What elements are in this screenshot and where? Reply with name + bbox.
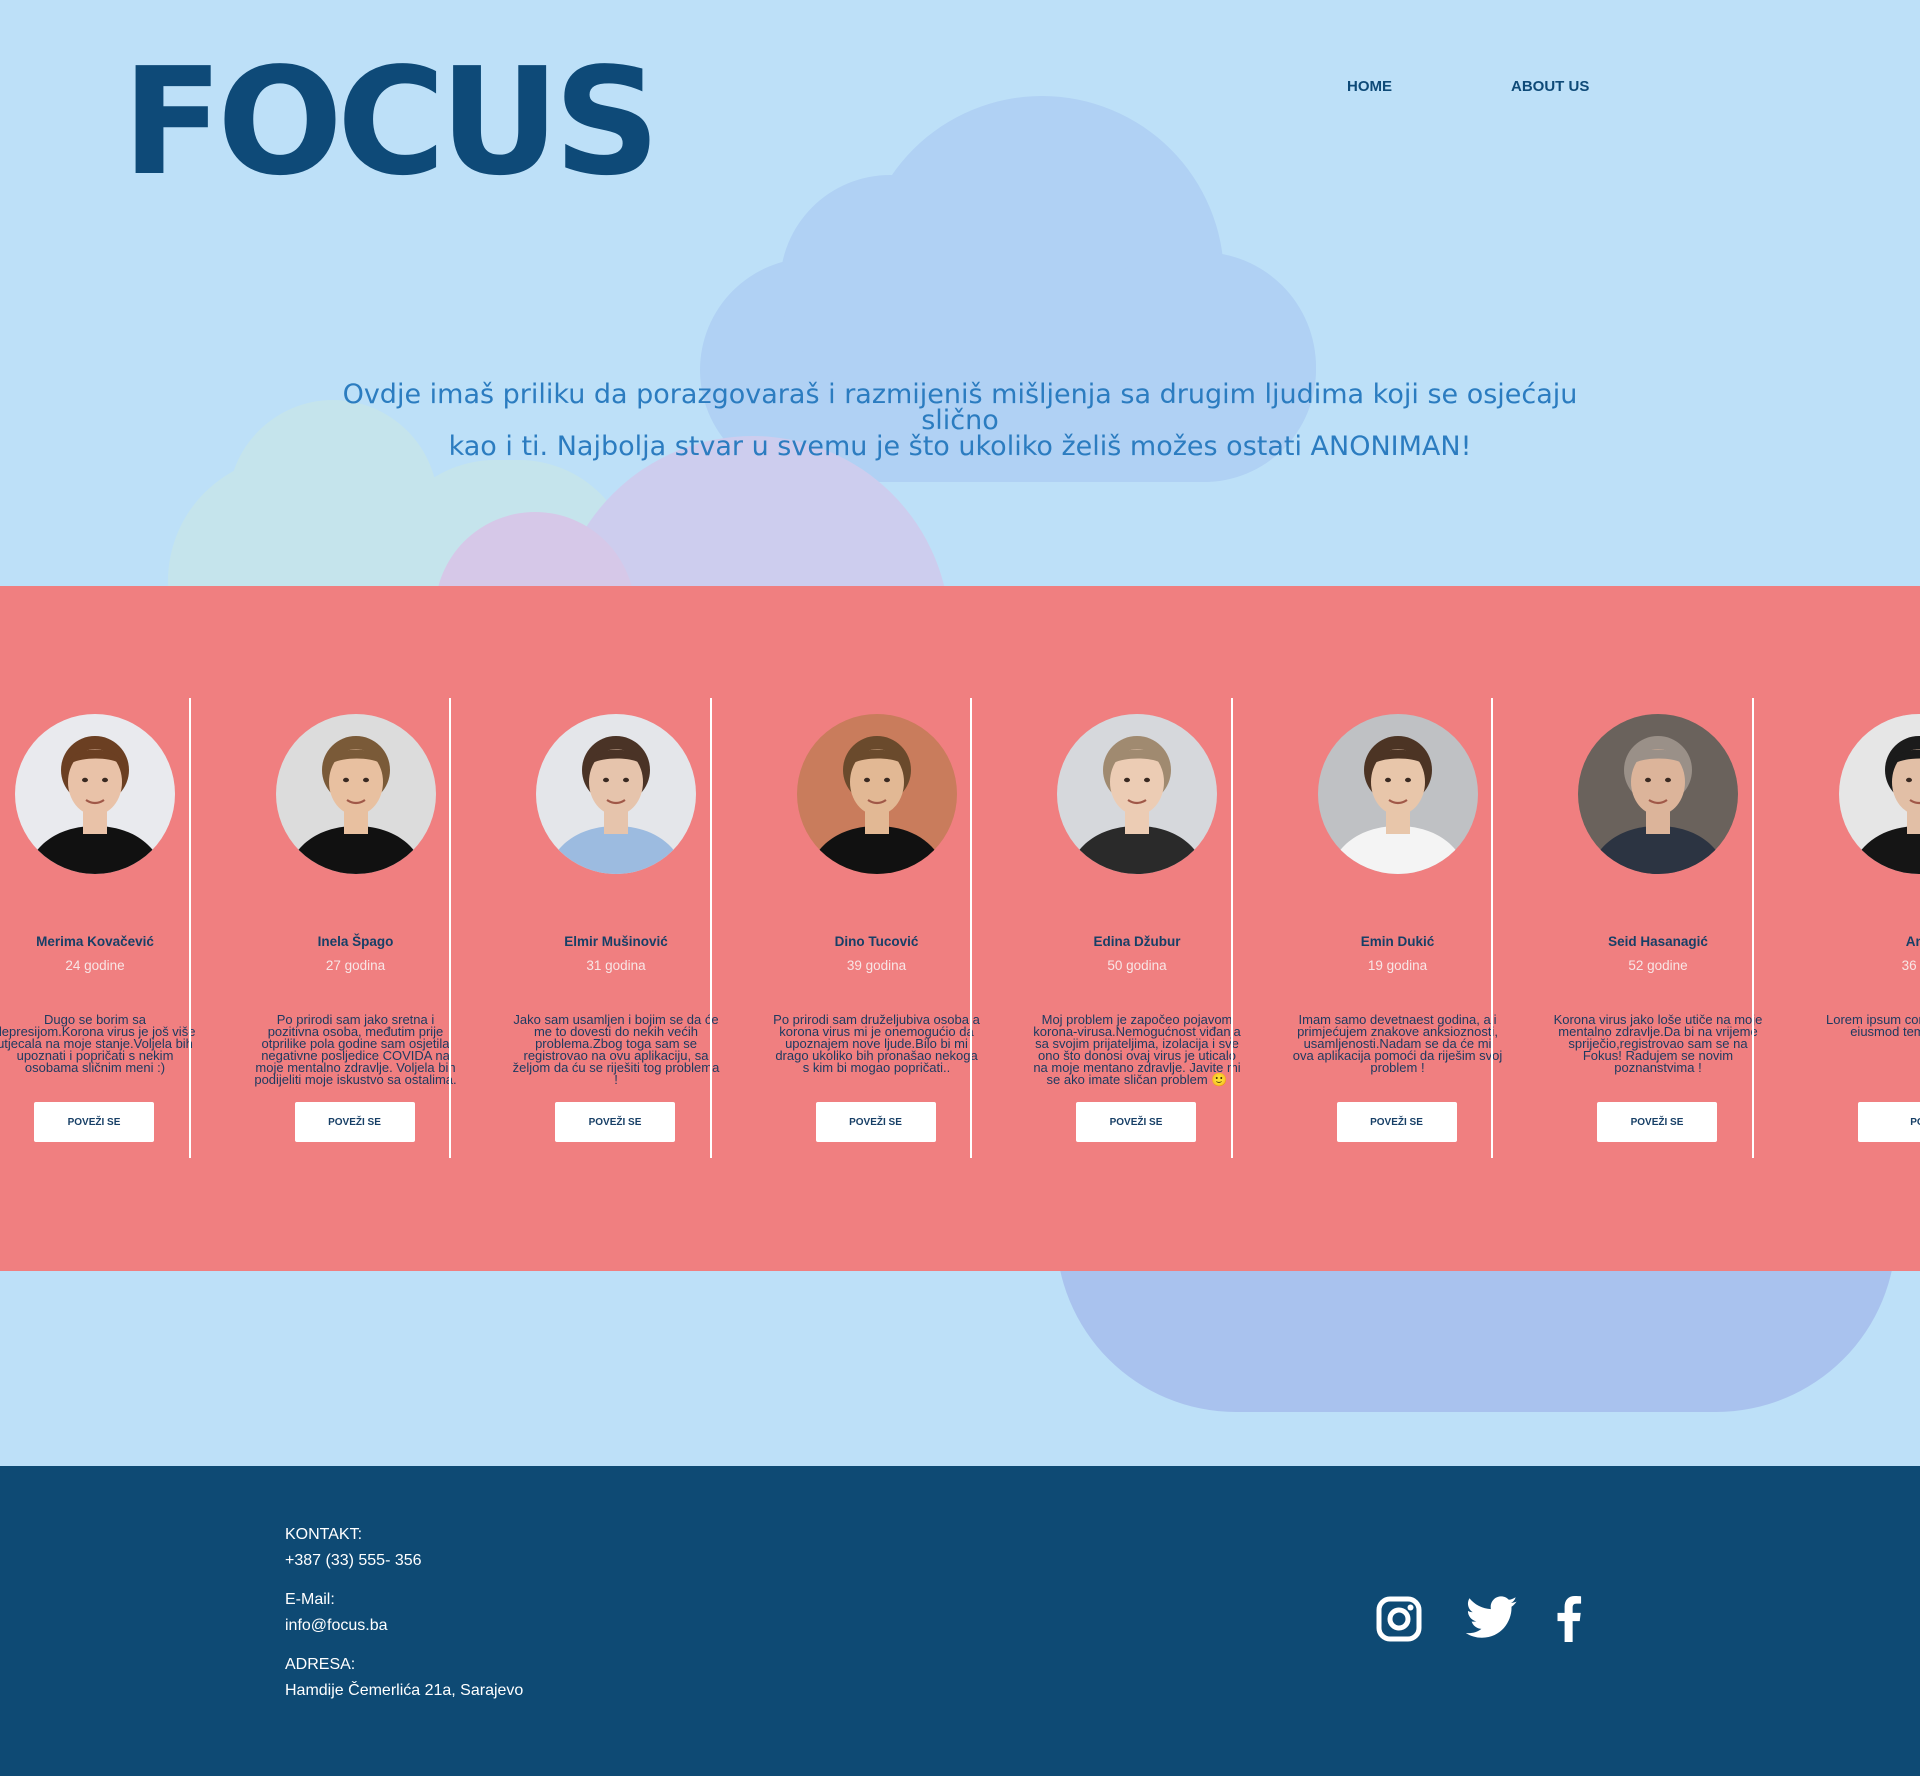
person-description: Moj problem je započeo pojavom korona-vi… [1033, 1012, 1241, 1087]
person-name: Edina Džubur [1093, 934, 1181, 949]
card-divider [1491, 698, 1493, 1158]
person-description: Imam samo devetnaest godina, ali primjeć… [1292, 1012, 1503, 1075]
person-card: Emin Dukić 19 godina Imam samo devetnaest … [1253, 698, 1543, 1158]
person-card: Seid Hasanagić 52 godine Korona virus jako… [1513, 698, 1803, 1158]
person-name: Inela Špago [317, 934, 394, 949]
person-card: Merima Kovačević 24 godine Dugo se borim s… [0, 698, 240, 1158]
nav-home-link[interactable]: HOME [1347, 78, 1392, 95]
card-divider [970, 698, 972, 1158]
connect-button[interactable]: POVEŽI SE [1597, 1102, 1717, 1142]
connect-button[interactable]: POVEŽI SE [555, 1102, 675, 1142]
person-age: 39 godina [846, 958, 907, 973]
address-value: Hamdije Čemerlića 21a, Sarajevo [285, 1682, 524, 1699]
card-divider [709, 698, 712, 1158]
site-logo[interactable]: FOCUS [122, 48, 660, 196]
person-avatar [1057, 714, 1217, 874]
facebook-icon[interactable] [1556, 1596, 1582, 1647]
person-description: Po prirodi sam jako sretna i pozitivna o… [254, 1012, 457, 1087]
contact-phone[interactable]: +387 (33) 555- 356 [285, 1552, 422, 1570]
connect-button[interactable]: POVEŽI SE [1336, 1102, 1457, 1142]
person-age: 19 godina [1367, 958, 1428, 973]
person-card: Inela Špago 27 godina Po prirodi sam jako … [211, 698, 501, 1158]
connect-button[interactable]: POVEŽI SE [815, 1102, 936, 1142]
instagram-icon[interactable] [1376, 1596, 1422, 1647]
person-description: Lorem ipsum consectetur adi do eiusmod t… [1826, 1012, 1920, 1039]
person-avatar [1317, 714, 1478, 874]
person-avatar [536, 714, 696, 874]
card-divider [188, 698, 191, 1158]
person-age: 24 godine [65, 958, 125, 973]
people-carousel[interactable]: Merima Kovačević 24 godine Dugo se borim s… [0, 586, 1920, 1271]
connect-button[interactable]: POVEŽI SE [34, 1102, 154, 1142]
person-description: Po prirodi sam druželjubiva osoba,a koro… [773, 1012, 980, 1075]
person-description: Jako sam usamljen i bojim se da će me to… [512, 1012, 720, 1087]
person-name: Merima Kovačević [36, 934, 154, 949]
hero-tagline-line-1: Ovdje imaš priliku da porazgovaraš i raz… [342, 379, 1578, 436]
person-age: 50 godina [1107, 958, 1167, 973]
person-age: 31 godina [586, 958, 646, 973]
connect-button[interactable]: POVEŽI SE [294, 1102, 415, 1142]
person-age: 36 go [1901, 958, 1920, 973]
person-avatar [796, 714, 957, 874]
address-label: ADRESA: [285, 1656, 356, 1673]
person-name: Ane [1905, 934, 1920, 949]
connect-button[interactable]: POVEŽI SE [1076, 1102, 1196, 1142]
person-description: Korona virus jako loše utiče na moje men… [1553, 1012, 1763, 1075]
email-value[interactable]: info@focus.ba [285, 1617, 388, 1635]
connect-button[interactable]: PO [1857, 1102, 1920, 1142]
card-divider [1751, 698, 1754, 1158]
site-footer: KONTAKT: +387 (33) 555- 356 E-Mail: info… [0, 1466, 1920, 1776]
person-card: Elmir Mušinović 31 godina Jako sam usamlje… [471, 698, 761, 1158]
person-card: Ane 36 go Lorem ipsum consectetur adi do e… [1774, 698, 1920, 1158]
person-description: Dugo se borim sa depresijom.Korona virus… [0, 1012, 196, 1075]
person-name: Emin Dukić [1360, 934, 1435, 949]
hero-tagline: Ovdje imaš priliku da porazgovaraš i raz… [300, 379, 1620, 462]
person-avatar [1838, 714, 1920, 874]
nav-about-link[interactable]: ABOUT US [1511, 78, 1589, 95]
twitter-icon[interactable] [1465, 1596, 1518, 1645]
hero-tagline-line-2: kao i ti. Najbolja stvar u svemu je što … [448, 431, 1472, 462]
person-age: 27 godina [325, 958, 386, 973]
person-avatar [15, 714, 175, 874]
person-name: Elmir Mušinović [564, 934, 668, 949]
card-divider [449, 698, 451, 1158]
card-divider [1230, 698, 1233, 1158]
person-avatar [1578, 714, 1738, 874]
person-name: Dino Tucović [834, 934, 919, 949]
main-nav: HOME ABOUT US [0, 78, 1920, 98]
person-card: Dino Tucović 39 godina Po prirodi sam druž… [732, 698, 1022, 1158]
contact-label: KONTAKT: [285, 1526, 363, 1543]
person-avatar [275, 714, 436, 874]
person-name: Seid Hasanagić [1608, 934, 1708, 949]
person-age: 52 godine [1628, 958, 1688, 973]
email-label: E-Mail: [285, 1591, 335, 1608]
person-card: Edina Džubur 50 godina Moj problem je zapo… [992, 698, 1282, 1158]
